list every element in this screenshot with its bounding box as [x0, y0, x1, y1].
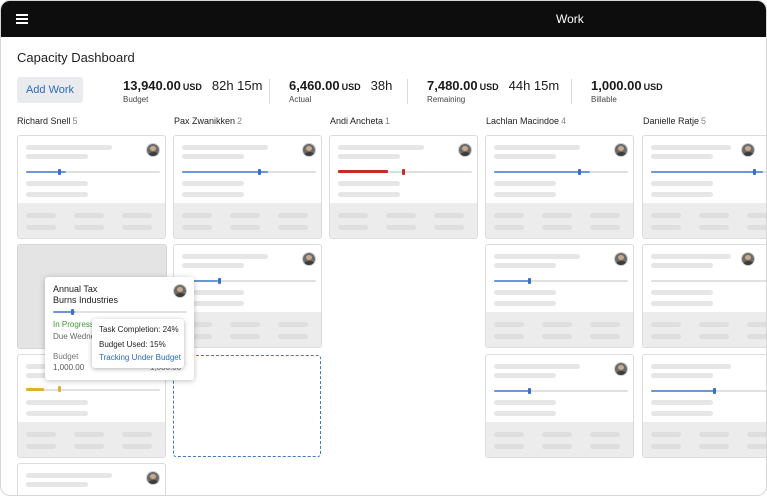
work-card[interactable] [173, 135, 322, 239]
column-count: 4 [561, 116, 567, 126]
stat-currency: USD [341, 82, 361, 92]
avatar [741, 252, 755, 266]
column-count: 5 [701, 116, 707, 126]
stat-amount: 7,480.00 [427, 78, 478, 93]
stat-amount: 6,460.00 [289, 78, 340, 93]
task-completion-text: Task Completion: 24% [99, 325, 179, 334]
column-count: 5 [72, 116, 78, 126]
app-window: Work Capacity Dashboard Add Work 13,940.… [0, 0, 767, 496]
progress-tooltip: Task Completion: 24% Budget Used: 15% Tr… [92, 319, 184, 368]
avatar [614, 143, 628, 157]
stat-hours: 38h [370, 78, 393, 93]
column-name: Lachlan Macindoe [486, 116, 560, 126]
stat-remaining: 7,480.00 USD 44h 15m Remaining [427, 78, 559, 104]
budget-value: 1,000.00 [53, 363, 85, 372]
work-card[interactable] [642, 135, 766, 239]
drop-zone[interactable] [173, 355, 321, 457]
column-count: 1 [385, 116, 391, 126]
column-header-richard-snell: Richard Snell 5 [17, 116, 78, 126]
status-text: In Progress [53, 320, 94, 329]
stat-label: Budget [123, 95, 149, 104]
work-card[interactable] [17, 135, 166, 239]
stat-hours: 44h 15m [508, 78, 560, 93]
stat-divider [269, 79, 270, 104]
column-name: Richard Snell [17, 116, 71, 126]
stat-amount: 1,000.00 [591, 78, 642, 93]
work-card[interactable] [485, 135, 634, 239]
stat-currency: USD [479, 82, 499, 92]
column-name: Pax Zwanikken [174, 116, 236, 126]
stat-actual: 6,460.00 USD 38h Actual [289, 78, 392, 104]
add-work-button[interactable]: Add Work [17, 77, 83, 103]
stat-amount: 13,940.00 [123, 78, 181, 93]
avatar [302, 252, 316, 266]
avatar [302, 143, 316, 157]
avatar [614, 362, 628, 376]
column-header-lachlan-macindoe: Lachlan Macindoe 4 [486, 116, 566, 126]
card-title: Annual Tax [53, 284, 98, 294]
work-card[interactable] [485, 244, 634, 348]
card-client: Burns Industries [53, 295, 119, 305]
avatar [741, 143, 755, 157]
page-title: Capacity Dashboard [17, 50, 135, 65]
stat-divider [407, 79, 408, 104]
work-card[interactable] [642, 354, 766, 458]
stat-budget: 13,940.00 USD 82h 15m Budget [123, 78, 262, 104]
tracking-status-link[interactable]: Tracking Under Budget [99, 353, 181, 362]
work-card[interactable] [173, 244, 322, 348]
avatar [173, 284, 187, 298]
avatar [614, 252, 628, 266]
column-header-pax-zwanikken: Pax Zwanikken 2 [174, 116, 242, 126]
budget-label: Budget [53, 352, 79, 361]
avatar [458, 143, 472, 157]
due-date: Due Wedne [53, 332, 96, 341]
column-count: 2 [237, 116, 243, 126]
work-card[interactable] [17, 463, 166, 495]
work-card[interactable] [642, 244, 766, 348]
column-header-andi-ancheta: Andi Ancheta 1 [330, 116, 390, 126]
stat-divider [571, 79, 572, 104]
stat-currency: USD [182, 82, 202, 92]
column-name: Andi Ancheta [330, 116, 384, 126]
avatar [146, 471, 160, 485]
stat-label: Billable [591, 95, 617, 104]
app-title: Work [556, 12, 584, 26]
column-name: Danielle Ratje [643, 116, 700, 126]
stat-label: Remaining [427, 95, 466, 104]
work-card[interactable] [329, 135, 478, 239]
top-bar: Work [1, 1, 766, 37]
stat-currency: USD [643, 82, 663, 92]
budget-used-text: Budget Used: 15% [99, 340, 166, 349]
column-header-danielle-ratje: Danielle Ratje 5 [643, 116, 706, 126]
menu-icon[interactable] [16, 14, 28, 24]
work-card[interactable] [485, 354, 634, 458]
stat-label: Actual [289, 95, 312, 104]
stat-hours: 82h 15m [211, 78, 263, 93]
stat-billable: 1,000.00 USD Billable [591, 78, 663, 104]
avatar [146, 143, 160, 157]
